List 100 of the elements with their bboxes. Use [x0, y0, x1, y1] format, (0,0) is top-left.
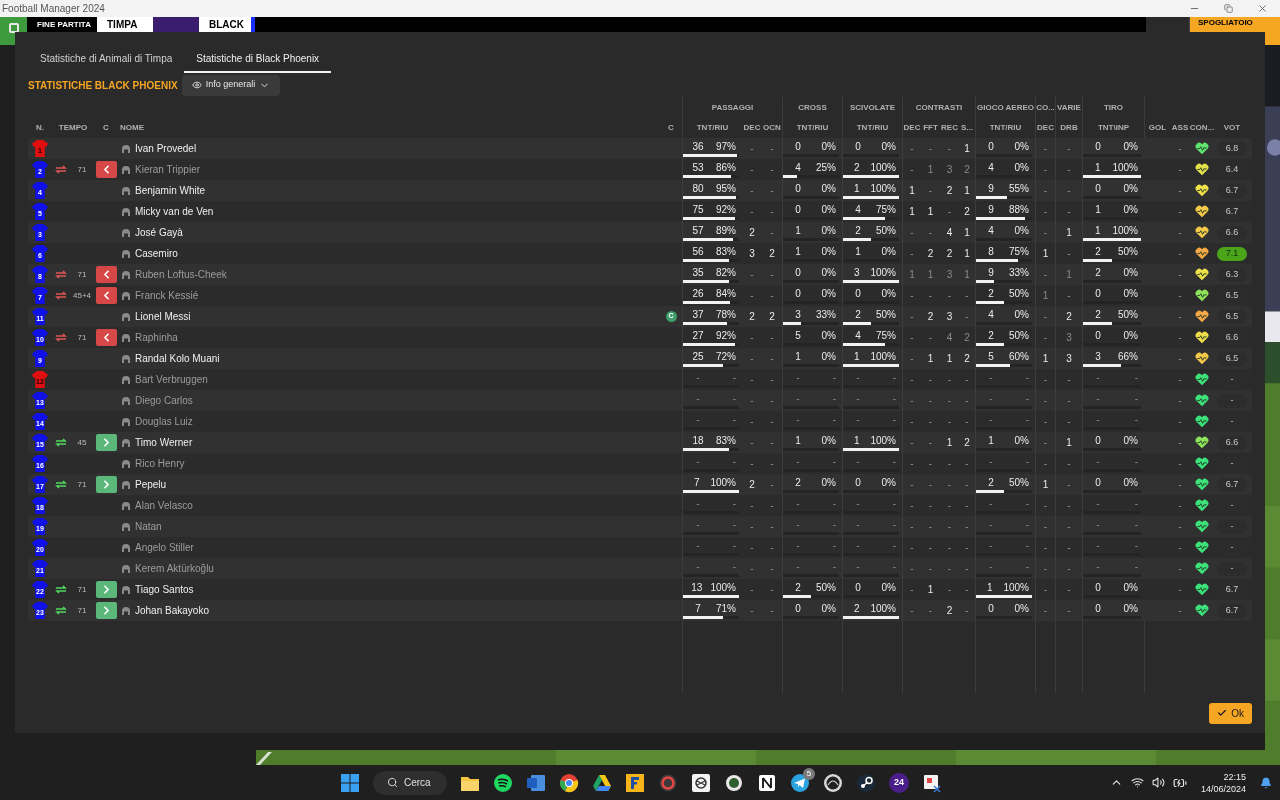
stat-percent: 0%: [820, 225, 837, 237]
stat-count: 0: [794, 141, 802, 153]
knot-app-icon[interactable]: [691, 772, 711, 793]
player-name[interactable]: José Gayà: [135, 225, 183, 240]
close-button[interactable]: [1257, 3, 1268, 14]
player-name[interactable]: Rico Henry: [135, 456, 185, 471]
stat-value: -: [1178, 205, 1182, 219]
column-header[interactable]: TNT/RIU: [796, 122, 829, 134]
column-header[interactable]: CON...: [1189, 122, 1215, 134]
stat-percent: 0%: [820, 288, 837, 300]
game-app-button[interactable]: 24: [889, 772, 909, 793]
stat-count: 2: [854, 225, 862, 237]
ring-app-icon[interactable]: [658, 772, 678, 793]
player-name[interactable]: Douglas Luiz: [135, 414, 193, 429]
column-header[interactable]: ASS: [1171, 122, 1189, 134]
stat-percent: 0%: [820, 330, 837, 342]
player-name[interactable]: Randal Kolo Muani: [135, 351, 220, 366]
stat-count: -: [855, 393, 861, 405]
player-name[interactable]: Casemiro: [135, 246, 178, 261]
player-name[interactable]: Bart Verbruggen: [135, 372, 208, 387]
column-header[interactable]: S...: [961, 122, 973, 134]
column-header[interactable]: OCN: [763, 122, 781, 134]
column-header[interactable]: TNT/RIU: [989, 122, 1022, 134]
player-name[interactable]: Micky van de Ven: [135, 204, 214, 219]
stat-value: -: [928, 436, 933, 450]
start-icon[interactable]: [340, 772, 360, 793]
player-name[interactable]: Kieran Trippier: [135, 162, 201, 177]
round-app-icon[interactable]: [856, 772, 876, 793]
search-field[interactable]: Cerca: [373, 770, 447, 795]
view-dropdown[interactable]: Info generali: [181, 74, 281, 96]
column-header[interactable]: TNT/RIU: [696, 122, 729, 134]
stat-value: -: [770, 142, 774, 156]
round-app-icon[interactable]: [724, 772, 744, 793]
player-name[interactable]: Ivan Provedel: [135, 141, 197, 156]
player-name[interactable]: Alan Velasco: [135, 498, 193, 513]
stat-value: -: [947, 583, 952, 597]
condition-heart-icon: [1195, 310, 1209, 323]
clock[interactable]: 22:15 14/06/2024: [1194, 770, 1252, 795]
app-icon[interactable]: [625, 772, 645, 793]
stat-percent: 50%: [1117, 309, 1139, 321]
player-name[interactable]: Timo Werner: [135, 435, 193, 450]
notebook-app-icon[interactable]: [757, 772, 777, 793]
stat-value: -: [947, 205, 952, 219]
column-header[interactable]: FFT: [923, 122, 938, 134]
column-header[interactable]: DEC: [903, 122, 921, 134]
stat-percent: 100%: [1112, 225, 1139, 237]
column-header[interactable]: TNT/RIU: [856, 122, 889, 134]
player-name[interactable]: Lionel Messi: [135, 309, 191, 324]
stat-percent: -: [831, 393, 837, 405]
round-app-icon[interactable]: [823, 772, 843, 793]
wifi-icon[interactable]: [1130, 776, 1144, 789]
stat-value: 2: [769, 247, 775, 261]
column-header[interactable]: REC: [941, 122, 958, 134]
player-name[interactable]: Tiago Santos: [135, 582, 194, 597]
browser-icon[interactable]: [559, 772, 579, 793]
notifications-icon[interactable]: [1260, 776, 1272, 789]
player-name[interactable]: Diego Carlos: [135, 393, 193, 408]
player-name[interactable]: Angelo Stiller: [135, 540, 194, 555]
team-tab[interactable]: Statistiche di Animali di Timpa: [28, 45, 185, 73]
stat-count: 37: [691, 309, 705, 321]
column-header[interactable]: VOT: [1223, 122, 1241, 134]
player-name[interactable]: Raphinha: [135, 330, 178, 345]
stat-value: -: [928, 520, 933, 534]
player-name[interactable]: Kerem Aktürkoğlu: [135, 561, 214, 576]
team-tab[interactable]: Statistiche di Black Phoenix: [184, 45, 332, 73]
ok-button[interactable]: Ok: [1209, 702, 1252, 724]
column-header[interactable]: TNT\INP: [1097, 122, 1130, 134]
document-app-icon[interactable]: [526, 772, 546, 793]
stat-percent: -: [891, 540, 897, 552]
volume-icon[interactable]: [1151, 776, 1165, 789]
person-icon: [121, 144, 131, 153]
column-header[interactable]: GOL: [1148, 122, 1167, 134]
stat-percent: 0%: [880, 246, 897, 258]
player-name[interactable]: Franck Kessié: [135, 288, 199, 303]
stat-value: -: [1043, 184, 1048, 198]
column-header[interactable]: DRB: [1060, 122, 1078, 134]
triangle-app-icon[interactable]: [592, 773, 612, 792]
column-header[interactable]: C: [103, 122, 109, 134]
stat-count: 4: [854, 204, 862, 216]
column-header[interactable]: DEC: [743, 122, 761, 134]
player-name[interactable]: Johan Bakayoko: [135, 603, 209, 618]
substitution-minute: 71: [77, 331, 87, 344]
stat-percent: 50%: [815, 582, 837, 594]
column-header[interactable]: DEC: [1037, 122, 1054, 134]
stat-percent: 0%: [1122, 204, 1139, 216]
player-name[interactable]: Ruben Loftus-Cheek: [135, 267, 227, 282]
column-header[interactable]: N.: [36, 122, 44, 134]
player-name[interactable]: Benjamin White: [135, 183, 206, 198]
column-header[interactable]: TEMPO: [58, 122, 88, 134]
stat-value: -: [910, 436, 914, 450]
paper-plane-icon[interactable]: [790, 772, 810, 793]
music-app-icon[interactable]: [493, 772, 513, 793]
snipping-app-icon[interactable]: [922, 772, 942, 793]
column-header[interactable]: C: [668, 122, 674, 134]
column-header[interactable]: NOME: [120, 122, 144, 134]
person-icon: [121, 564, 131, 573]
player-name[interactable]: Pepelu: [135, 477, 167, 492]
player-name[interactable]: Natan: [135, 519, 162, 534]
stat-percent: 92%: [715, 330, 737, 342]
stat-value: -: [1043, 436, 1048, 450]
